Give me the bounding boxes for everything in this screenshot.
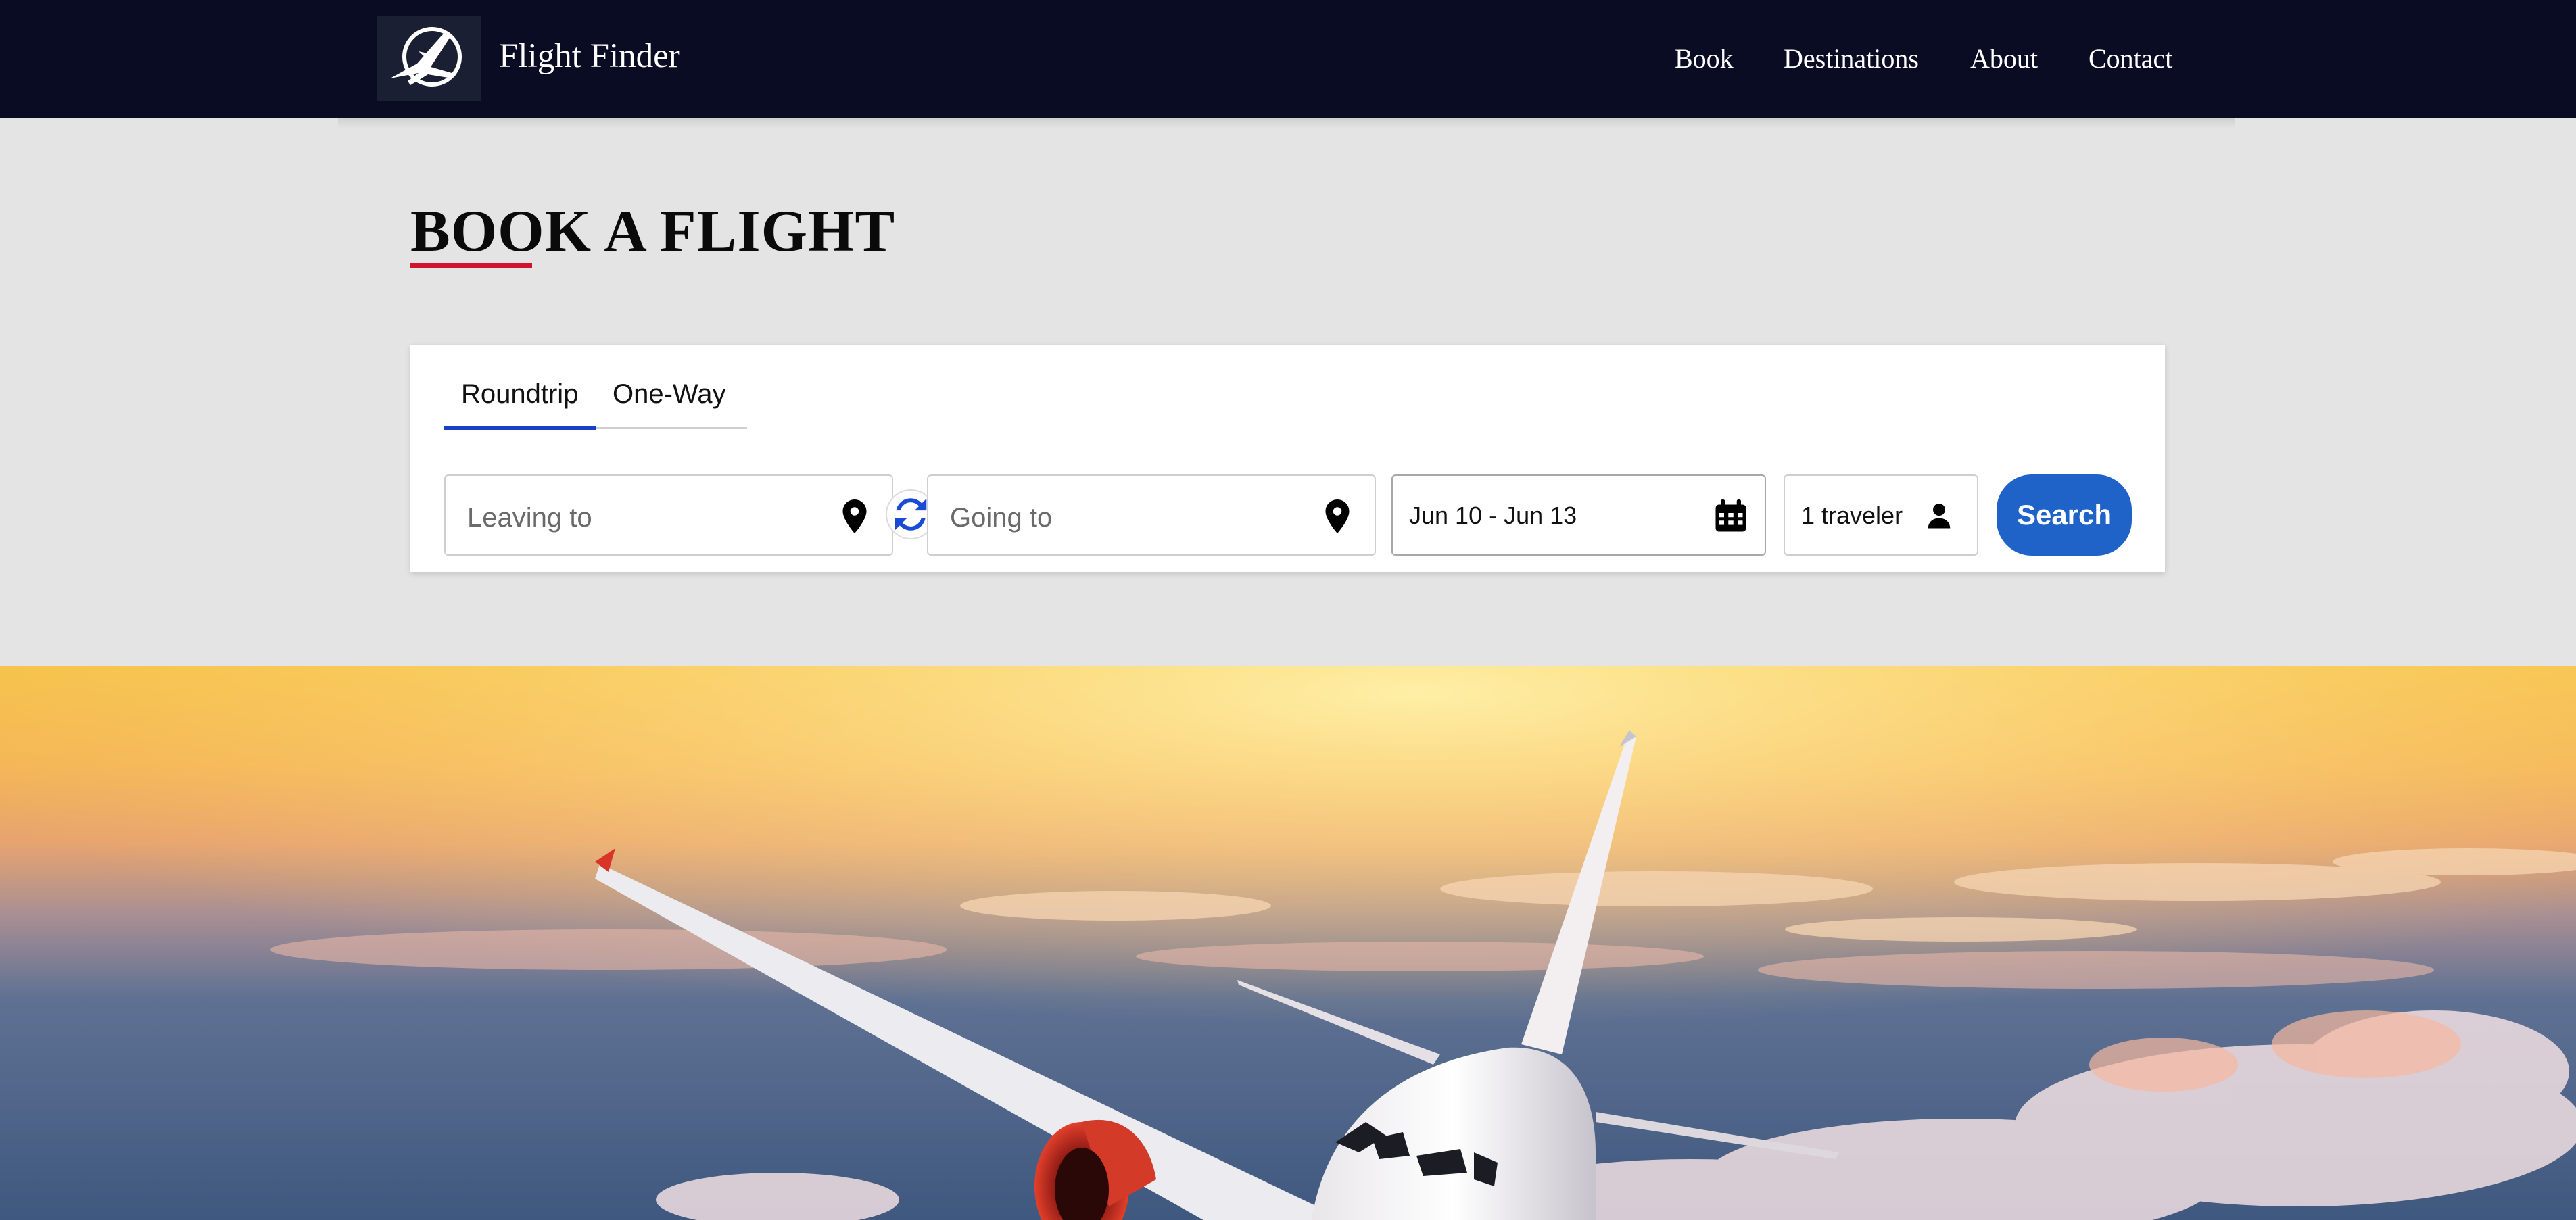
tab-roundtrip[interactable]: Roundtrip bbox=[461, 379, 578, 410]
going-field[interactable] bbox=[927, 474, 1376, 556]
navbar: Flight Finder Book Destinations About Co… bbox=[0, 0, 2576, 118]
leaving-field[interactable] bbox=[444, 474, 893, 556]
page-title: BOOK A FLIGHT bbox=[410, 199, 896, 264]
dates-value: Jun 10 - Jun 13 bbox=[1409, 502, 1577, 529]
map-pin-icon bbox=[834, 496, 875, 537]
person-icon bbox=[1919, 496, 1959, 537]
brand-name[interactable]: Flight Finder bbox=[499, 36, 680, 76]
search-button[interactable]: Search bbox=[1997, 474, 2132, 556]
nav-link-about[interactable]: About bbox=[1970, 43, 2038, 74]
going-input[interactable] bbox=[950, 499, 1288, 537]
travelers-value: 1 traveler bbox=[1801, 502, 1903, 529]
leaving-input[interactable] bbox=[467, 499, 805, 537]
nav-link-book[interactable]: Book bbox=[1675, 43, 1734, 74]
calendar-icon bbox=[1711, 496, 1751, 537]
booking-card: Roundtrip One-Way Jun 10 - Jun 13 bbox=[410, 345, 2165, 572]
nav-link-contact[interactable]: Contact bbox=[2089, 43, 2172, 74]
travelers-field[interactable]: 1 traveler bbox=[1784, 474, 1978, 556]
dates-field[interactable]: Jun 10 - Jun 13 bbox=[1391, 474, 1766, 556]
navbar-shadow bbox=[338, 118, 2235, 128]
airplane-logo-icon[interactable] bbox=[377, 16, 481, 101]
title-underline bbox=[410, 263, 532, 268]
hero-airplane-image bbox=[0, 666, 2576, 1220]
nav-link-destinations[interactable]: Destinations bbox=[1784, 43, 1919, 74]
map-pin-icon bbox=[1317, 496, 1358, 537]
tab-active-indicator bbox=[444, 426, 596, 430]
tab-one-way[interactable]: One-Way bbox=[613, 379, 725, 410]
